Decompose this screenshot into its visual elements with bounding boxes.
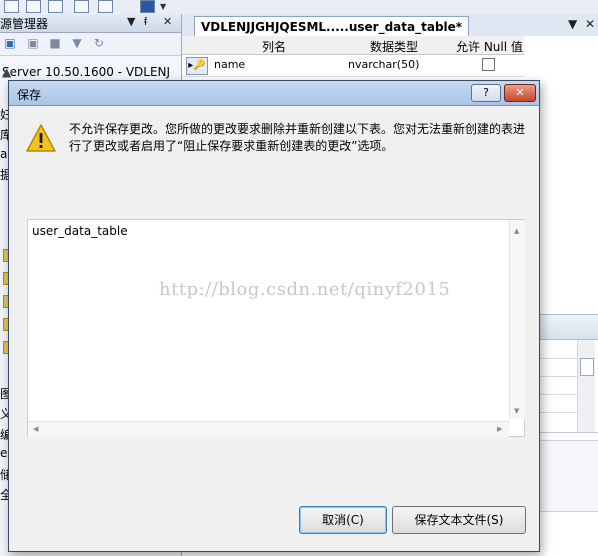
tab-user-data-table[interactable]: VDLENJJGHJQESML.....user_data_table* [194,16,470,37]
close-button[interactable]: ✕ [504,84,536,102]
refresh-icon[interactable]: ↻ [92,37,106,50]
help-button[interactable]: ? [471,84,501,102]
tab-list-icon[interactable]: ▼ [568,17,577,31]
column-header-type: 数据类型 [370,40,419,54]
close-panel-icon[interactable]: ✕ [163,15,172,28]
scroll-up-arrow-icon[interactable]: ▲ [514,227,519,235]
object-explorer-toolbar: ▣ ▣ ■ ▼ ↻ [0,33,181,56]
save-dialog: 保存 ? ✕ 不允许保存更改。您所做的更改要求删除并重新创建以下表。您对无法重新… [8,80,540,552]
toolbar-icon[interactable] [98,0,113,13]
dialog-body: 不允许保存更改。您所做的更改要求删除并重新创建以下表。您对无法重新创建的表进行了… [9,106,539,551]
dialog-title: 保存 [17,88,42,102]
grid-header: 列名 数据类型 允许 Null 值 [182,36,524,55]
close-tab-icon[interactable]: ✕ [585,17,595,31]
table-list-textbox[interactable]: user_data_table ▲ ▼ ◀ ▶ [27,219,525,437]
toolbar-overflow-icon[interactable]: ▼ [160,2,170,12]
properties-description [537,440,598,512]
panel-menu-icon[interactable]: ▼ [127,15,135,28]
document-tab-bar: VDLENJJGHJQESML.....user_data_table* ▼ ✕ [182,14,598,37]
toolbar-icon[interactable] [140,0,155,13]
textbox-horizontal-scrollbar[interactable]: ◀ ▶ [28,421,509,437]
table-list-value: user_data_table [32,224,128,238]
object-explorer-title: 源管理器 [0,17,49,31]
property-row-line [537,394,577,395]
save-text-file-button[interactable]: 保存文本文件(S) [392,506,526,534]
stop-icon[interactable]: ■ [48,37,62,50]
table-row[interactable]: ▸🔑 name nvarchar(50) [182,54,524,77]
connect-icon[interactable]: ▣ [3,37,17,50]
textbox-vertical-scrollbar[interactable]: ▲ ▼ [509,220,525,419]
toolbar-icon[interactable] [74,0,89,13]
cell-data-type[interactable]: nvarchar(50) [348,58,419,71]
toolbar-icon[interactable] [48,0,63,13]
server-node[interactable]: Server 10.50.1600 - VDLENJ ▲ [0,63,181,81]
property-row-line [537,412,577,413]
object-explorer-header: 源管理器 ▼ ᵮ ✕ [0,14,181,33]
column-header-name: 列名 [262,40,287,54]
filter-icon[interactable]: ▼ [70,37,84,50]
warning-icon [26,124,56,152]
scroll-up-icon[interactable]: ▲ [2,65,179,79]
toolbar-icon[interactable] [4,0,19,13]
allow-null-checkbox[interactable] [482,58,495,71]
property-row-line [537,376,577,377]
scrollbar-thumb[interactable] [580,358,594,376]
warning-message: 不允许保存更改。您所做的更改要求删除并重新创建以下表。您对无法重新创建的表进行了… [69,122,526,153]
properties-header [537,314,598,340]
property-row-line [537,358,577,359]
ide-toolbar: ▼ [0,0,598,15]
pin-icon[interactable]: ᵮ [144,15,147,28]
scroll-left-arrow-icon[interactable]: ◀ [33,425,38,433]
cell-column-name[interactable]: name [214,58,245,71]
scroll-down-arrow-icon[interactable]: ▼ [514,407,519,415]
primary-key-icon[interactable]: ▸🔑 [186,57,208,75]
toolbar-icon[interactable] [26,0,41,13]
cancel-button[interactable]: 取消(C) [299,506,387,534]
scroll-right-arrow-icon[interactable]: ▶ [497,425,502,433]
dialog-titlebar[interactable]: 保存 ? ✕ [9,81,539,106]
watermark-text: http://blog.csdn.net/qinyf2015 [159,279,451,300]
properties-scrollbar[interactable] [577,340,595,432]
disconnect-icon[interactable]: ▣ [26,37,40,50]
column-header-allow-null: 允许 Null 值 [456,40,523,54]
